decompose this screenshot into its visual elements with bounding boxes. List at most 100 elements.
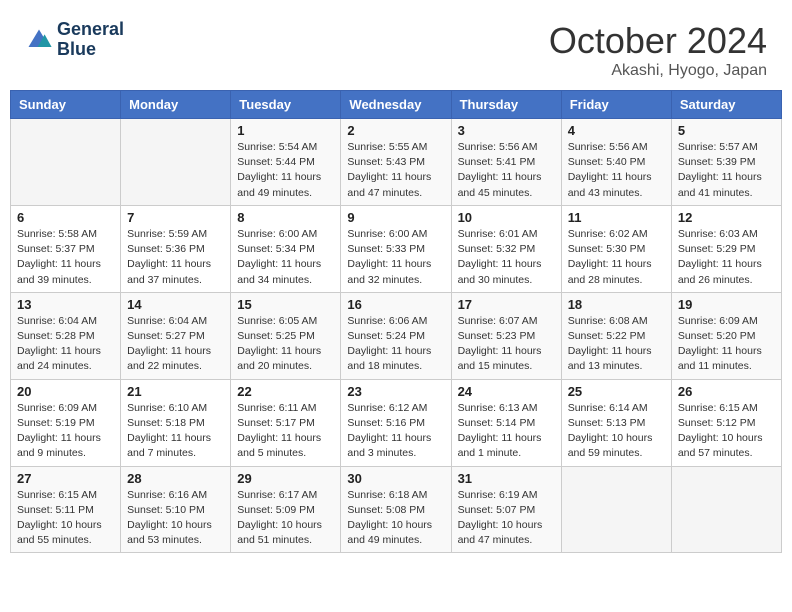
calendar-cell: 25 Sunrise: 6:14 AMSunset: 5:13 PMDayligh…: [561, 379, 671, 466]
day-info: Sunrise: 6:02 AMSunset: 5:30 PMDaylight:…: [568, 227, 665, 288]
calendar-cell: 19Sunrise: 6:09 AMSunset: 5:20 PMDayligh…: [671, 292, 781, 379]
calendar-cell: 12Sunrise: 6:03 AMSunset: 5:29 PMDayligh…: [671, 205, 781, 292]
calendar-cell: 8 Sunrise: 6:00 AMSunset: 5:34 PMDaylight…: [231, 205, 341, 292]
day-number: 20: [17, 384, 114, 399]
calendar-cell: [671, 466, 781, 553]
calendar-cell: 30 Sunrise: 6:18 AMSunset: 5:08 PMDayligh…: [341, 466, 451, 553]
calendar-week-3: 13 Sunrise: 6:04 AMSunset: 5:28 PMDayligh…: [11, 292, 782, 379]
calendar-table: SundayMondayTuesdayWednesdayThursdayFrid…: [10, 90, 782, 553]
day-info: Sunrise: 6:04 AMSunset: 5:27 PMDaylight:…: [127, 314, 224, 375]
day-number: 17: [458, 297, 555, 312]
month-year: October 2024: [549, 20, 767, 62]
day-info: Sunrise: 6:04 AMSunset: 5:28 PMDaylight:…: [17, 314, 114, 375]
calendar-cell: 11Sunrise: 6:02 AMSunset: 5:30 PMDayligh…: [561, 205, 671, 292]
day-number: 10: [458, 210, 555, 225]
header-cell-monday: Monday: [121, 91, 231, 119]
day-info: Sunrise: 6:09 AMSunset: 5:20 PMDaylight:…: [678, 314, 775, 375]
day-number: 7: [127, 210, 224, 225]
day-number: 4: [568, 123, 665, 138]
day-info: Sunrise: 5:58 AMSunset: 5:37 PMDaylight:…: [17, 227, 114, 288]
calendar-cell: 17 Sunrise: 6:07 AMSunset: 5:23 PMDayligh…: [451, 292, 561, 379]
day-info: Sunrise: 6:18 AMSunset: 5:08 PMDaylight:…: [347, 488, 444, 549]
calendar-cell: 20 Sunrise: 6:09 AMSunset: 5:19 PMDayligh…: [11, 379, 121, 466]
calendar-cell: [121, 119, 231, 206]
calendar-cell: 4Sunrise: 5:56 AMSunset: 5:40 PMDaylight…: [561, 119, 671, 206]
calendar-cell: 27Sunrise: 6:15 AMSunset: 5:11 PMDayligh…: [11, 466, 121, 553]
day-number: 26: [678, 384, 775, 399]
header-cell-saturday: Saturday: [671, 91, 781, 119]
day-info: Sunrise: 6:08 AMSunset: 5:22 PMDaylight:…: [568, 314, 665, 375]
calendar-cell: 15 Sunrise: 6:05 AMSunset: 5:25 PMDayligh…: [231, 292, 341, 379]
calendar-cell: 13 Sunrise: 6:04 AMSunset: 5:28 PMDayligh…: [11, 292, 121, 379]
logo: General Blue: [25, 20, 124, 60]
calendar-body: 1 Sunrise: 5:54 AMSunset: 5:44 PMDaylight…: [11, 119, 782, 553]
day-number: 2: [347, 123, 444, 138]
day-number: 23: [347, 384, 444, 399]
calendar-cell: [11, 119, 121, 206]
calendar-cell: 3 Sunrise: 5:56 AMSunset: 5:41 PMDaylight…: [451, 119, 561, 206]
calendar-cell: 23Sunrise: 6:12 AMSunset: 5:16 PMDayligh…: [341, 379, 451, 466]
header-cell-friday: Friday: [561, 91, 671, 119]
calendar-cell: 2 Sunrise: 5:55 AMSunset: 5:43 PMDaylight…: [341, 119, 451, 206]
day-number: 1: [237, 123, 334, 138]
day-number: 25: [568, 384, 665, 399]
month-title: October 2024 Akashi, Hyogo, Japan: [549, 20, 767, 80]
header-cell-thursday: Thursday: [451, 91, 561, 119]
calendar-cell: 6 Sunrise: 5:58 AMSunset: 5:37 PMDaylight…: [11, 205, 121, 292]
day-info: Sunrise: 6:03 AMSunset: 5:29 PMDaylight:…: [678, 227, 775, 288]
day-number: 3: [458, 123, 555, 138]
day-info: Sunrise: 5:56 AMSunset: 5:41 PMDaylight:…: [458, 140, 555, 201]
calendar-cell: 26 Sunrise: 6:15 AMSunset: 5:12 PMDayligh…: [671, 379, 781, 466]
logo-text: General Blue: [57, 20, 124, 60]
day-info: Sunrise: 6:17 AMSunset: 5:09 PMDaylight:…: [237, 488, 334, 549]
calendar-week-1: 1 Sunrise: 5:54 AMSunset: 5:44 PMDaylight…: [11, 119, 782, 206]
day-number: 30: [347, 471, 444, 486]
header-cell-sunday: Sunday: [11, 91, 121, 119]
day-number: 28: [127, 471, 224, 486]
day-number: 13: [17, 297, 114, 312]
calendar-week-4: 20 Sunrise: 6:09 AMSunset: 5:19 PMDayligh…: [11, 379, 782, 466]
day-info: Sunrise: 6:07 AMSunset: 5:23 PMDaylight:…: [458, 314, 555, 375]
day-number: 16: [347, 297, 444, 312]
day-number: 21: [127, 384, 224, 399]
day-number: 22: [237, 384, 334, 399]
day-info: Sunrise: 6:15 AMSunset: 5:12 PMDaylight:…: [678, 401, 775, 462]
day-number: 29: [237, 471, 334, 486]
day-info: Sunrise: 6:10 AMSunset: 5:18 PMDaylight:…: [127, 401, 224, 462]
day-number: 6: [17, 210, 114, 225]
day-number: 18: [568, 297, 665, 312]
calendar-week-5: 27Sunrise: 6:15 AMSunset: 5:11 PMDayligh…: [11, 466, 782, 553]
calendar-cell: 21 Sunrise: 6:10 AMSunset: 5:18 PMDayligh…: [121, 379, 231, 466]
page-header: General Blue October 2024 Akashi, Hyogo,…: [10, 10, 782, 85]
day-info: Sunrise: 6:01 AMSunset: 5:32 PMDaylight:…: [458, 227, 555, 288]
calendar-cell: 16 Sunrise: 6:06 AMSunset: 5:24 PMDayligh…: [341, 292, 451, 379]
day-number: 8: [237, 210, 334, 225]
day-number: 15: [237, 297, 334, 312]
day-info: Sunrise: 6:00 AMSunset: 5:34 PMDaylight:…: [237, 227, 334, 288]
day-info: Sunrise: 6:11 AMSunset: 5:17 PMDaylight:…: [237, 401, 334, 462]
day-info: Sunrise: 5:55 AMSunset: 5:43 PMDaylight:…: [347, 140, 444, 201]
header-cell-tuesday: Tuesday: [231, 91, 341, 119]
calendar-cell: 22 Sunrise: 6:11 AMSunset: 5:17 PMDayligh…: [231, 379, 341, 466]
calendar-cell: 18 Sunrise: 6:08 AMSunset: 5:22 PMDayligh…: [561, 292, 671, 379]
day-info: Sunrise: 6:09 AMSunset: 5:19 PMDaylight:…: [17, 401, 114, 462]
calendar-cell: 9Sunrise: 6:00 AMSunset: 5:33 PMDaylight…: [341, 205, 451, 292]
day-info: Sunrise: 6:14 AMSunset: 5:13 PMDaylight:…: [568, 401, 665, 462]
calendar-cell: 10 Sunrise: 6:01 AMSunset: 5:32 PMDayligh…: [451, 205, 561, 292]
header-cell-wednesday: Wednesday: [341, 91, 451, 119]
day-number: 31: [458, 471, 555, 486]
calendar-cell: 14 Sunrise: 6:04 AMSunset: 5:27 PMDayligh…: [121, 292, 231, 379]
day-number: 9: [347, 210, 444, 225]
day-info: Sunrise: 5:59 AMSunset: 5:36 PMDaylight:…: [127, 227, 224, 288]
day-info: Sunrise: 6:16 AMSunset: 5:10 PMDaylight:…: [127, 488, 224, 549]
day-number: 14: [127, 297, 224, 312]
calendar-cell: 28 Sunrise: 6:16 AMSunset: 5:10 PMDayligh…: [121, 466, 231, 553]
day-info: Sunrise: 6:06 AMSunset: 5:24 PMDaylight:…: [347, 314, 444, 375]
day-info: Sunrise: 6:05 AMSunset: 5:25 PMDaylight:…: [237, 314, 334, 375]
calendar-header: SundayMondayTuesdayWednesdayThursdayFrid…: [11, 91, 782, 119]
calendar-cell: 31Sunrise: 6:19 AMSunset: 5:07 PMDayligh…: [451, 466, 561, 553]
day-info: Sunrise: 5:54 AMSunset: 5:44 PMDaylight:…: [237, 140, 334, 201]
day-number: 5: [678, 123, 775, 138]
day-number: 27: [17, 471, 114, 486]
logo-icon: [25, 26, 53, 54]
